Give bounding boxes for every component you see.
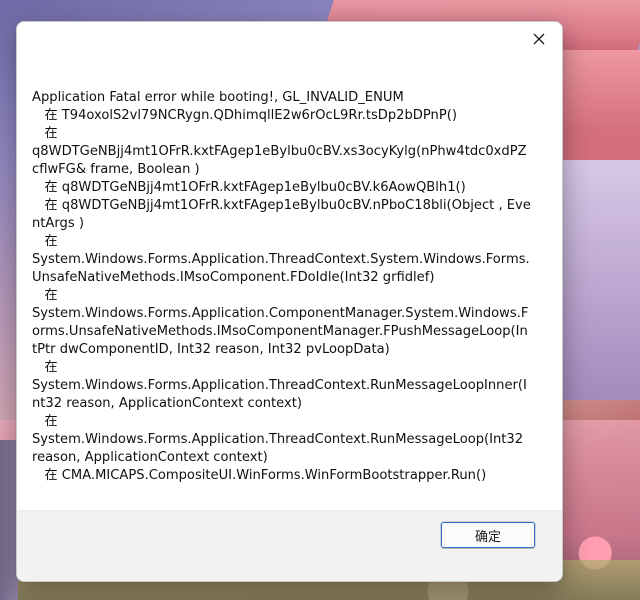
close-button[interactable] bbox=[516, 22, 562, 56]
error-dialog: Application Fatal error while booting!, … bbox=[16, 21, 563, 582]
close-icon bbox=[533, 33, 545, 45]
wallpaper-building bbox=[560, 160, 640, 400]
dialog-titlebar[interactable] bbox=[17, 22, 562, 58]
dialog-footer: 确定 bbox=[17, 510, 562, 581]
ok-button[interactable]: 确定 bbox=[440, 521, 536, 549]
error-message-text: Application Fatal error while booting!, … bbox=[32, 90, 531, 483]
